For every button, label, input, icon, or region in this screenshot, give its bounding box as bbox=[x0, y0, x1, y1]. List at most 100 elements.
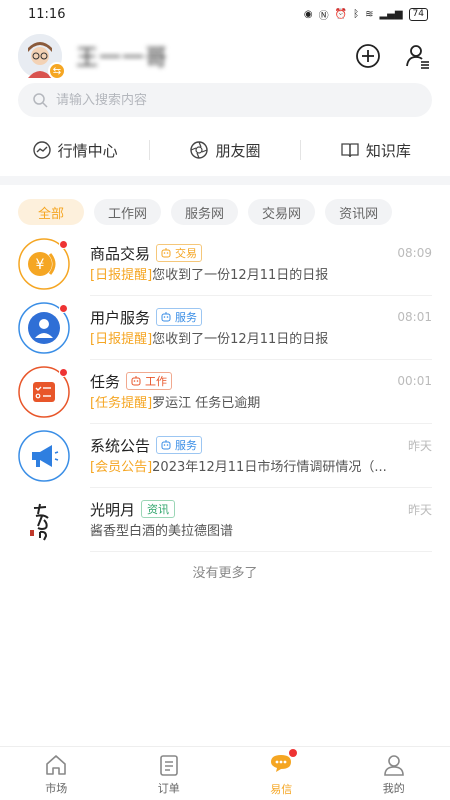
message-text: 酱香型白酒的美拉德图谱 bbox=[90, 524, 234, 539]
home-icon bbox=[46, 754, 67, 775]
megaphone-icon bbox=[18, 430, 70, 482]
quick-nav-knowledge-base[interactable]: 知识库 bbox=[301, 140, 450, 161]
contacts-icon bbox=[406, 45, 429, 69]
service-avatar bbox=[18, 302, 70, 354]
search-bar[interactable] bbox=[18, 83, 432, 117]
plus-circle-icon bbox=[356, 44, 380, 68]
tag-label: 资讯 bbox=[147, 503, 170, 516]
tab-label: 易信 bbox=[270, 783, 293, 796]
filter-chip-service[interactable]: 服务网 bbox=[171, 199, 239, 225]
message-prefix: [日报提醒] bbox=[90, 268, 153, 283]
tag-label: 服务 bbox=[175, 439, 198, 452]
filter-chips: 全部 工作网 服务网 交易网 资讯网 bbox=[18, 199, 438, 225]
switch-account-icon[interactable]: ⇆ bbox=[48, 62, 66, 80]
robot-icon bbox=[161, 440, 171, 450]
message-time: 昨天 bbox=[407, 502, 432, 517]
message-title: 用户服务 bbox=[90, 308, 151, 327]
category-tag: 服务 bbox=[156, 308, 203, 326]
category-tag: 资讯 bbox=[141, 500, 176, 518]
bluetooth-icon: ᛒ bbox=[353, 8, 360, 20]
category-tag: 服务 bbox=[156, 436, 203, 454]
user-avatar[interactable]: ⇆ bbox=[18, 34, 66, 80]
tab-label: 订单 bbox=[157, 781, 180, 795]
tag-label: 工作 bbox=[145, 375, 168, 388]
robot-icon bbox=[161, 248, 171, 258]
message-preview: [会员公告]2023年12月11日市场行情调研情况（... bbox=[90, 457, 430, 479]
list-item[interactable]: 任务 工作 00:01 [任务提醒]罗运江 任务已逾期 bbox=[0, 360, 450, 424]
bottom-tab-bar: 市场 订单 易信 我的 bbox=[0, 746, 450, 800]
unread-dot bbox=[59, 304, 68, 313]
list-item[interactable]: 系统公告 服务 昨天 [会员公告]2023年12月11日市场行情调研情况（... bbox=[0, 424, 450, 488]
message-prefix: [会员公告] bbox=[90, 460, 153, 475]
quick-nav-label: 知识库 bbox=[365, 141, 411, 160]
alarm-icon: ⏰ bbox=[334, 8, 348, 20]
message-title: 光明月 bbox=[90, 500, 136, 519]
message-preview: [日报提醒]您收到了一份12月11日的日报 bbox=[90, 329, 430, 351]
trend-icon bbox=[32, 141, 51, 159]
user-name: 王一一哥 bbox=[76, 46, 169, 71]
list-item[interactable]: 光明月 资讯 昨天 酱香型白酒的美拉德图谱 bbox=[0, 488, 450, 552]
book-icon bbox=[341, 143, 359, 158]
tab-profile[interactable]: 我的 bbox=[338, 747, 450, 800]
divider bbox=[90, 551, 432, 552]
filter-chip-trade[interactable]: 交易网 bbox=[248, 199, 316, 225]
signal-icon: ▂▄▆ bbox=[379, 8, 403, 20]
list-item[interactable]: 用户服务 服务 08:01 [日报提醒]您收到了一份12月11日的日报 bbox=[0, 296, 450, 360]
trade-avatar: ¥ bbox=[18, 238, 70, 290]
message-title: 商品交易 bbox=[90, 244, 151, 263]
message-title: 任务 bbox=[90, 372, 121, 391]
message-text: 2023年12月11日市场行情调研情况（... bbox=[152, 460, 387, 475]
section-divider bbox=[0, 176, 450, 185]
message-time: 08:01 bbox=[397, 310, 432, 324]
quick-nav-market-center[interactable]: 行情中心 bbox=[0, 140, 149, 161]
svg-text:¥: ¥ bbox=[36, 257, 45, 273]
message-list: ¥ 商品交易 交易 08:09 [日报提醒]您收到了一份12月11日的日报 用户… bbox=[0, 232, 450, 552]
aperture-icon bbox=[190, 141, 209, 159]
tag-label: 服务 bbox=[175, 311, 198, 324]
channel-avatar bbox=[18, 494, 70, 546]
filter-chip-news[interactable]: 资讯网 bbox=[325, 199, 393, 225]
list-item[interactable]: ¥ 商品交易 交易 08:09 [日报提醒]您收到了一份12月11日的日报 bbox=[0, 232, 450, 296]
user-icon bbox=[383, 754, 404, 776]
eye-icon: ◉ bbox=[303, 8, 313, 20]
robot-icon bbox=[131, 376, 141, 386]
clipboard-icon bbox=[159, 754, 178, 776]
status-bar: 11:16 ◉ Ⓝ ⏰ ᛒ ≋ ▂▄▆ 74 bbox=[0, 0, 450, 28]
filter-chip-work[interactable]: 工作网 bbox=[94, 199, 162, 225]
quick-nav: 行情中心 朋友圈 知识库 bbox=[0, 130, 450, 170]
header: ⇆ 王一一哥 bbox=[0, 34, 450, 80]
message-preview: [任务提醒]罗运江 任务已逾期 bbox=[90, 393, 430, 415]
filter-chip-all[interactable]: 全部 bbox=[18, 199, 85, 225]
tab-label: 市场 bbox=[45, 781, 68, 795]
tab-messages[interactable]: 易信 bbox=[225, 747, 338, 800]
search-input[interactable] bbox=[56, 92, 396, 108]
unread-dot bbox=[289, 749, 298, 757]
tab-orders[interactable]: 订单 bbox=[113, 747, 226, 800]
wifi-icon: ≋ bbox=[365, 8, 374, 20]
list-end-text: 没有更多了 bbox=[192, 566, 258, 581]
battery-icon: 74 bbox=[408, 7, 428, 21]
tab-market[interactable]: 市场 bbox=[0, 747, 113, 800]
message-time: 昨天 bbox=[407, 438, 432, 453]
message-time: 00:01 bbox=[397, 374, 432, 388]
tab-label: 我的 bbox=[382, 781, 405, 795]
robot-icon bbox=[161, 312, 171, 322]
quick-nav-moments[interactable]: 朋友圈 bbox=[150, 140, 299, 161]
nfc-icon: Ⓝ bbox=[318, 10, 329, 22]
message-text: 您收到了一份12月11日的日报 bbox=[152, 332, 329, 347]
message-preview: 酱香型白酒的美拉德图谱 bbox=[90, 521, 430, 543]
calligraphy-logo-icon bbox=[18, 494, 70, 546]
contacts-button[interactable] bbox=[404, 42, 432, 70]
message-text: 您收到了一份12月11日的日报 bbox=[152, 268, 329, 283]
message-preview: [日报提醒]您收到了一份12月11日的日报 bbox=[90, 265, 430, 287]
quick-nav-label: 朋友圈 bbox=[215, 141, 261, 160]
message-prefix: [日报提醒] bbox=[90, 332, 153, 347]
announcement-avatar bbox=[18, 430, 70, 482]
search-icon bbox=[33, 93, 48, 108]
message-prefix: [任务提醒] bbox=[90, 396, 153, 411]
add-button[interactable] bbox=[354, 42, 382, 70]
unread-dot bbox=[59, 240, 68, 249]
message-time: 08:09 bbox=[397, 246, 432, 260]
status-icons: ◉ Ⓝ ⏰ ᛒ ≋ ▂▄▆ 74 bbox=[304, 7, 428, 22]
task-avatar bbox=[18, 366, 70, 418]
